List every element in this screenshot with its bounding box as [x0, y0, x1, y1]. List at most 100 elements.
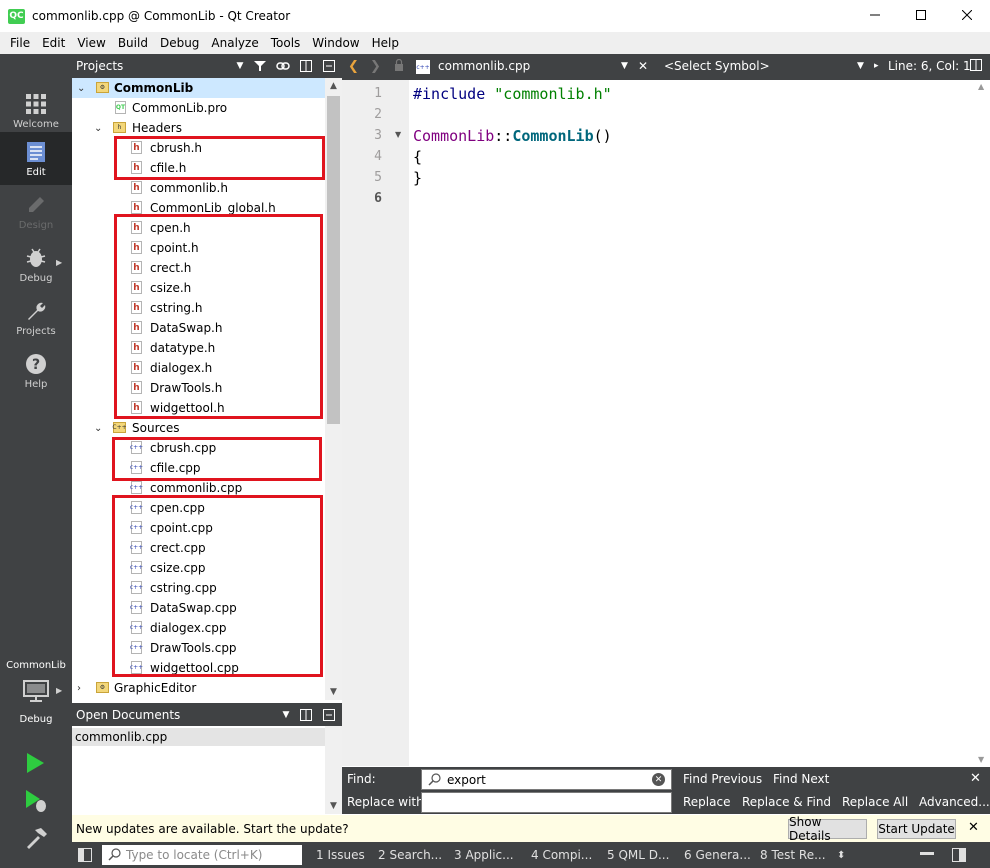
tree-item-file[interactable]: c++ dialogex.cpp	[72, 618, 325, 638]
close-infobar-icon[interactable]: ✕	[968, 820, 979, 835]
pane-compile-output[interactable]: 4 Compi...	[531, 848, 592, 862]
file-dropdown-icon[interactable]: ▼	[621, 61, 628, 71]
open-document-item[interactable]: commonlib.cpp	[72, 728, 325, 746]
tree-item-file[interactable]: c++ cfile.cpp	[72, 458, 325, 478]
cursor-position[interactable]: Line: 6, Col: 1	[888, 59, 971, 73]
find-previous-button[interactable]: Find Previous	[683, 772, 762, 786]
scrollbar-thumb[interactable]	[327, 96, 340, 424]
expand-arrow-icon[interactable]: ›	[77, 683, 81, 694]
close-document-icon[interactable]: ✕	[638, 59, 648, 73]
tree-item-file[interactable]: c++ cstring.cpp	[72, 578, 325, 598]
run-button[interactable]	[24, 752, 46, 777]
menu-debug[interactable]: Debug	[154, 36, 205, 50]
advanced-button[interactable]: Advanced...	[919, 795, 990, 809]
menu-help[interactable]: Help	[366, 36, 405, 50]
replace-and-find-button[interactable]: Replace & Find	[742, 795, 831, 809]
start-update-button[interactable]: Start Update	[877, 819, 956, 839]
tree-item-file[interactable]: c++ cpoint.cpp	[72, 518, 325, 538]
mode-edit[interactable]: Edit	[0, 132, 72, 185]
tree-item-pro-file[interactable]: QT CommonLib.pro	[72, 98, 325, 118]
tree-item-file[interactable]: h cstring.h	[72, 298, 325, 318]
pane-search-results[interactable]: 2 Search...	[378, 848, 442, 862]
open-documents-scrollbar[interactable]: ▼	[325, 726, 342, 814]
collapse-arrow-icon[interactable]: ⌄	[77, 83, 85, 94]
back-arrow-icon[interactable]: ❮	[348, 59, 359, 74]
toggle-output-icon[interactable]	[952, 848, 966, 865]
symbol-dropdown-icon[interactable]: ▼	[857, 61, 864, 71]
link-editor-icon[interactable]	[275, 58, 291, 74]
close-pane-icon[interactable]	[321, 58, 337, 74]
menu-view[interactable]: View	[71, 36, 111, 50]
collapse-arrow-icon[interactable]: ⌄	[94, 123, 102, 134]
mode-help[interactable]: ? Help	[0, 344, 72, 397]
close-window-button[interactable]	[944, 0, 990, 30]
tree-item-file[interactable]: h widgettool.h	[72, 398, 325, 418]
tree-item-file[interactable]: c++ commonlib.cpp	[72, 478, 325, 498]
more-panes-icon[interactable]: ⬍	[837, 850, 845, 861]
toggle-sidebar-icon[interactable]	[78, 848, 92, 865]
menu-file[interactable]: File	[4, 36, 36, 50]
tree-item-file[interactable]: h csize.h	[72, 278, 325, 298]
split-icon[interactable]	[298, 707, 314, 723]
menu-build[interactable]: Build	[112, 36, 154, 50]
split-icon[interactable]	[298, 58, 314, 74]
scroll-up-icon[interactable]: ▲	[325, 78, 342, 94]
tree-item-file[interactable]: h crect.h	[72, 258, 325, 278]
forward-arrow-icon[interactable]: ❯	[370, 59, 381, 74]
scroll-down-icon[interactable]: ▼	[978, 755, 984, 764]
show-details-button[interactable]: Show Details	[788, 815, 867, 843]
tree-item-file[interactable]: c++ crect.cpp	[72, 538, 325, 558]
mode-projects[interactable]: Projects	[0, 291, 72, 344]
tree-item-file[interactable]: h commonlib.h	[72, 178, 325, 198]
find-next-button[interactable]: Find Next	[773, 772, 829, 786]
pane-general-messages[interactable]: 6 Genera...	[684, 848, 751, 862]
replace-input[interactable]	[421, 792, 672, 813]
pane-test-results[interactable]: 8 Test Re...	[760, 848, 826, 862]
filter-icon[interactable]	[252, 58, 268, 74]
search-icon[interactable]	[428, 772, 442, 787]
locator-input[interactable]: Type to locate (Ctrl+K)	[102, 845, 302, 865]
menu-analyze[interactable]: Analyze	[205, 36, 264, 50]
view-dropdown-icon[interactable]: ▼	[278, 707, 294, 723]
split-editor-icon[interactable]	[970, 59, 982, 74]
collapse-arrow-icon[interactable]: ⌄	[94, 423, 102, 434]
tree-item-file[interactable]: h DrawTools.h	[72, 378, 325, 398]
replace-button[interactable]: Replace	[683, 795, 730, 809]
debug-run-button[interactable]	[24, 789, 48, 816]
tree-item-headers-folder[interactable]: ⌄ h Headers	[72, 118, 325, 138]
clear-search-icon[interactable]: ✕	[652, 773, 665, 786]
pane-issues[interactable]: 1 Issues	[316, 848, 365, 862]
pane-qml-debugger[interactable]: 5 QML D...	[607, 848, 669, 862]
menu-tools[interactable]: Tools	[265, 36, 307, 50]
kit-selector-button[interactable]	[23, 678, 49, 707]
tree-item-file[interactable]: h cpoint.h	[72, 238, 325, 258]
scroll-down-icon[interactable]: ▼	[325, 798, 342, 814]
mode-design[interactable]: Design	[0, 185, 72, 238]
menu-edit[interactable]: Edit	[36, 36, 71, 50]
view-dropdown-icon[interactable]: ▼	[232, 58, 248, 74]
tree-item-file[interactable]: c++ widgettool.cpp	[72, 658, 325, 678]
close-pane-icon[interactable]	[321, 707, 337, 723]
editor-scrollbar[interactable]: ▲ ▼	[974, 80, 990, 766]
build-button[interactable]	[24, 826, 48, 853]
code-editor[interactable]: #include "commonlib.h" CommonLib::Common…	[409, 80, 974, 766]
tree-item-file[interactable]: c++ csize.cpp	[72, 558, 325, 578]
tree-item-file[interactable]: c++ DrawTools.cpp	[72, 638, 325, 658]
close-find-icon[interactable]: ✕	[970, 771, 981, 786]
tree-item-graphiceditor-project[interactable]: › ⚙ GraphicEditor	[72, 678, 325, 698]
tree-item-file[interactable]: h CommonLib_global.h	[72, 198, 325, 218]
tree-item-file[interactable]: h cfile.h	[72, 158, 325, 178]
symbol-selector[interactable]: <Select Symbol>	[664, 59, 770, 73]
tree-item-commonlib-project[interactable]: ⌄ ⚙ CommonLib	[72, 78, 325, 98]
mode-welcome[interactable]: Welcome	[0, 84, 72, 137]
pane-application-output[interactable]: 3 Applic...	[454, 848, 514, 862]
tree-item-file[interactable]: h cpen.h	[72, 218, 325, 238]
find-input[interactable]: export ✕	[421, 769, 672, 790]
scroll-up-icon[interactable]: ▲	[978, 82, 984, 91]
tree-item-file[interactable]: c++ DataSwap.cpp	[72, 598, 325, 618]
scroll-down-icon[interactable]: ▼	[325, 684, 342, 700]
menu-window[interactable]: Window	[306, 36, 365, 50]
current-file-name[interactable]: commonlib.cpp	[438, 59, 530, 73]
tree-item-sources-folder[interactable]: ⌄ C++ Sources	[72, 418, 325, 438]
project-tree-scrollbar[interactable]: ▲ ▼	[325, 78, 342, 700]
